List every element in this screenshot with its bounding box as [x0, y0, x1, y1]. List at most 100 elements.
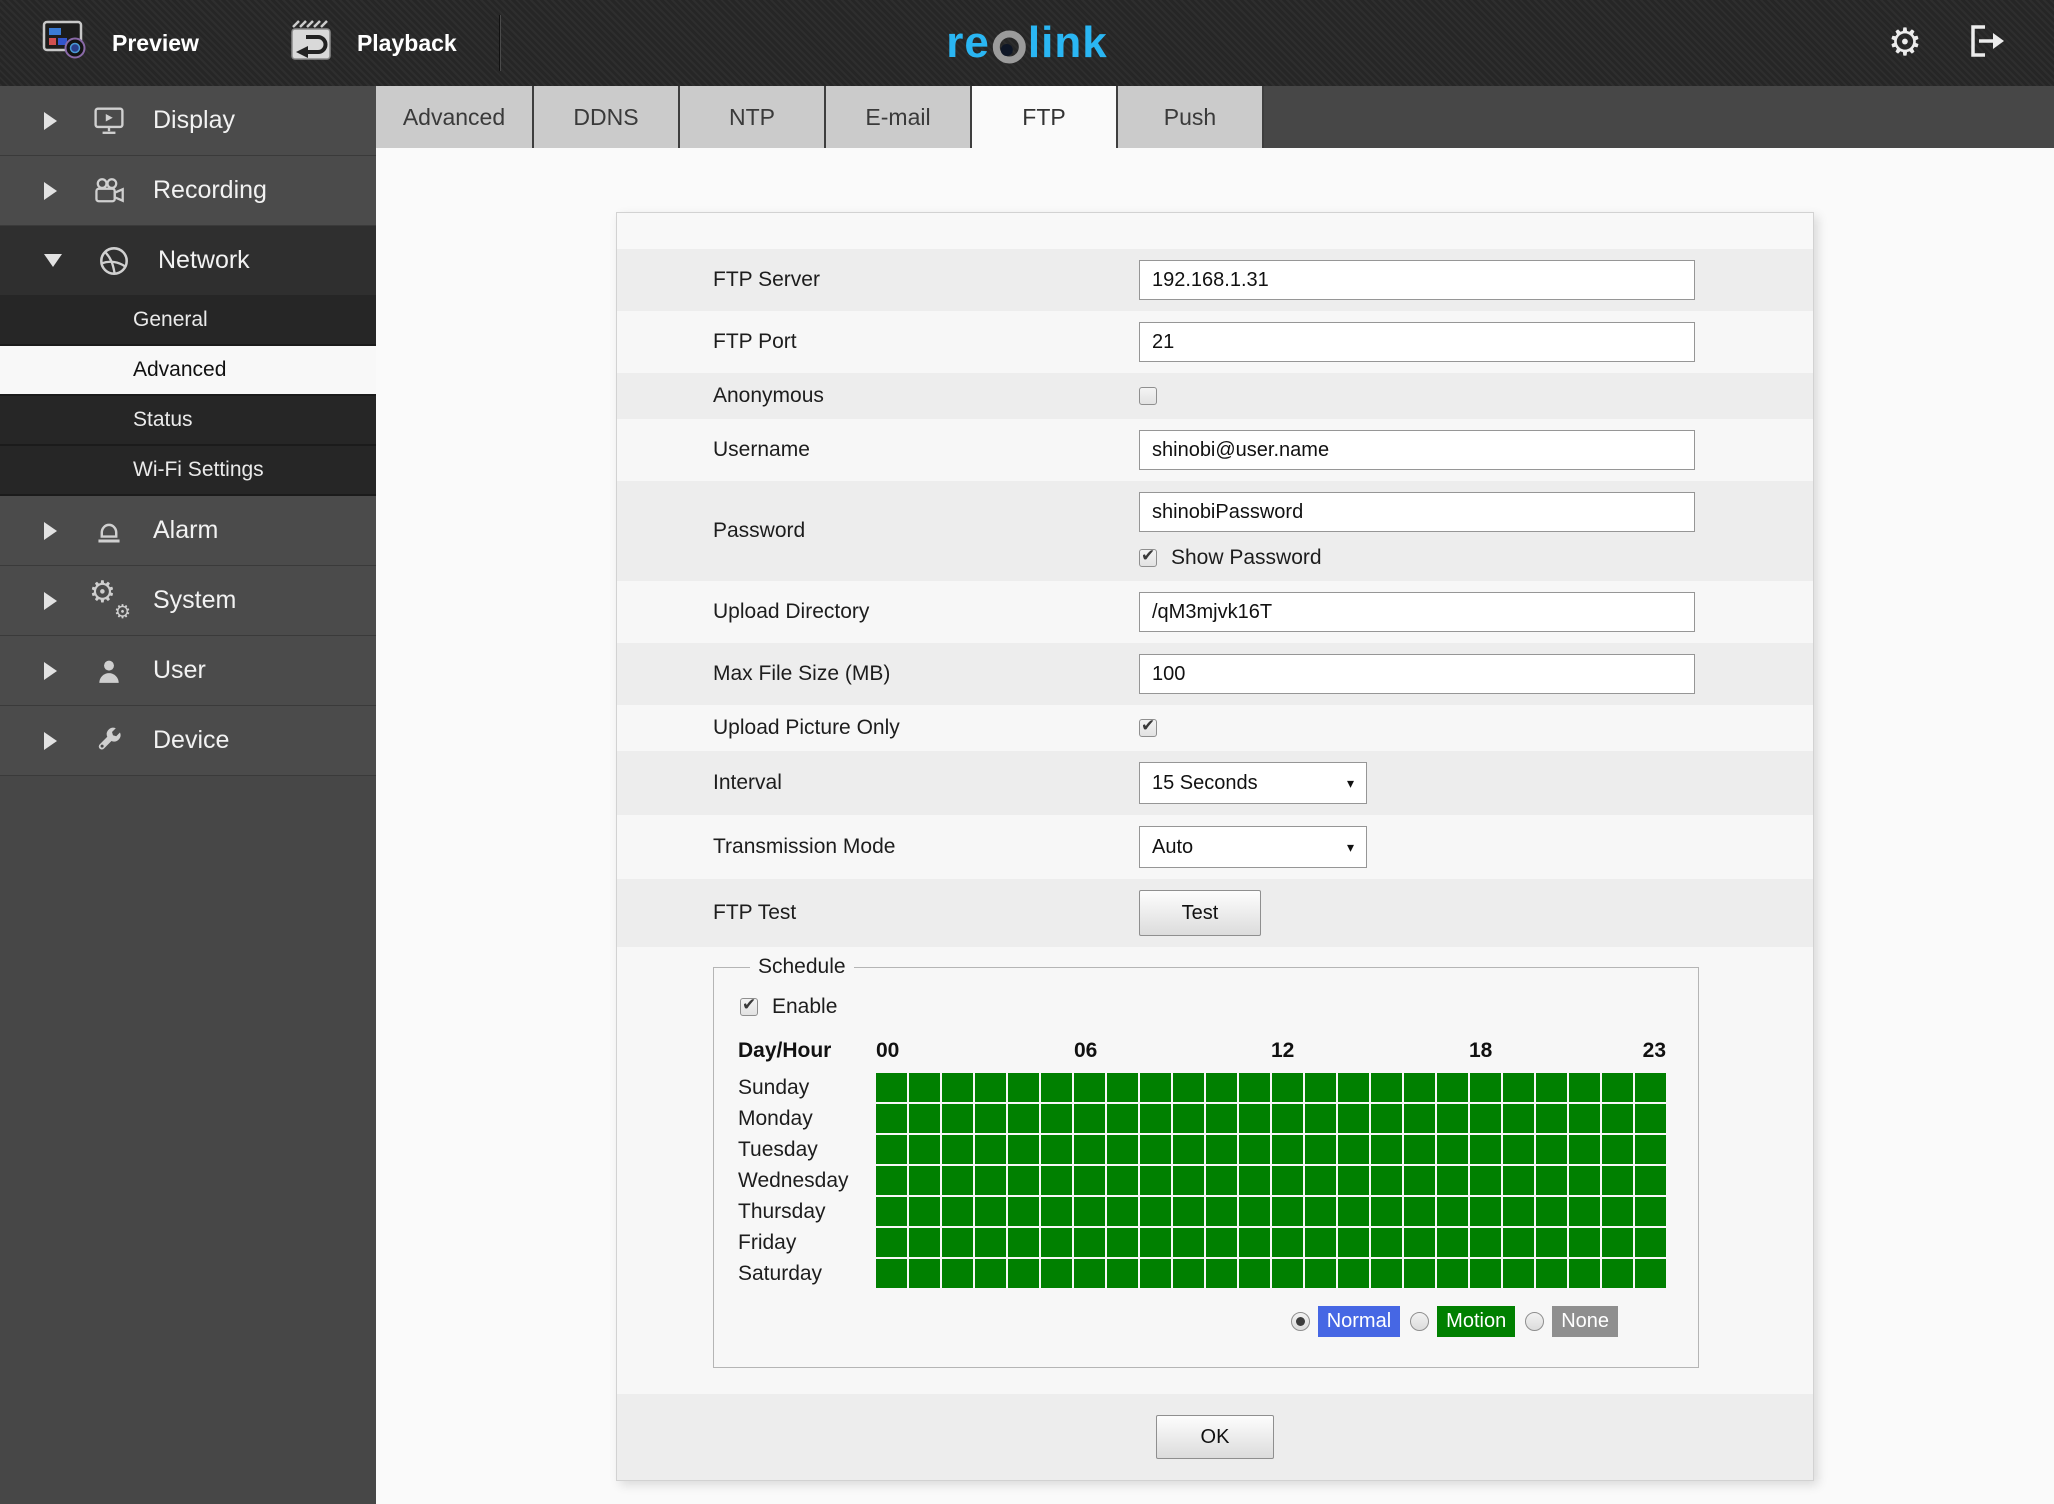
- schedule-cell[interactable]: [909, 1104, 940, 1133]
- schedule-cell[interactable]: [1503, 1135, 1534, 1164]
- sidebar-item-network[interactable]: Network: [0, 226, 376, 296]
- schedule-cell[interactable]: [1107, 1104, 1138, 1133]
- schedule-cell[interactable]: [1371, 1197, 1402, 1226]
- schedule-cell[interactable]: [1041, 1197, 1072, 1226]
- schedule-cell[interactable]: [1305, 1197, 1336, 1226]
- schedule-cell[interactable]: [1041, 1104, 1072, 1133]
- schedule-cell[interactable]: [942, 1259, 973, 1288]
- schedule-cell[interactable]: [1008, 1259, 1039, 1288]
- schedule-cell[interactable]: [942, 1228, 973, 1257]
- schedule-cell[interactable]: [876, 1166, 907, 1195]
- schedule-cell[interactable]: [942, 1166, 973, 1195]
- schedule-cell[interactable]: [909, 1197, 940, 1226]
- upload-picture-only-checkbox[interactable]: [1139, 716, 1157, 737]
- schedule-cell[interactable]: [1173, 1104, 1204, 1133]
- transmission-mode-select[interactable]: Auto ▾: [1139, 826, 1367, 868]
- sidebar-item-display[interactable]: Display: [0, 86, 376, 156]
- schedule-cell[interactable]: [1470, 1073, 1501, 1102]
- schedule-cell[interactable]: [1602, 1073, 1633, 1102]
- schedule-cell[interactable]: [1503, 1166, 1534, 1195]
- schedule-cell[interactable]: [1635, 1073, 1666, 1102]
- schedule-cell[interactable]: [1206, 1228, 1237, 1257]
- schedule-cell[interactable]: [1635, 1104, 1666, 1133]
- schedule-cell[interactable]: [1173, 1197, 1204, 1226]
- schedule-cell[interactable]: [1338, 1166, 1369, 1195]
- sidebar-item-system[interactable]: ⚙ ⚙ System: [0, 566, 376, 636]
- schedule-cell[interactable]: [942, 1104, 973, 1133]
- upload-directory-input[interactable]: [1139, 592, 1695, 632]
- schedule-cell[interactable]: [1602, 1259, 1633, 1288]
- schedule-cell[interactable]: [1206, 1073, 1237, 1102]
- schedule-cell[interactable]: [1503, 1228, 1534, 1257]
- schedule-cell[interactable]: [1074, 1228, 1105, 1257]
- schedule-cell[interactable]: [1602, 1228, 1633, 1257]
- schedule-cell[interactable]: [1503, 1197, 1534, 1226]
- schedule-cell[interactable]: [1404, 1135, 1435, 1164]
- ftp-server-input[interactable]: [1139, 260, 1695, 300]
- schedule-cell[interactable]: [1107, 1073, 1138, 1102]
- schedule-cell[interactable]: [1569, 1104, 1600, 1133]
- schedule-cell[interactable]: [1272, 1259, 1303, 1288]
- username-input[interactable]: [1139, 430, 1695, 470]
- password-input[interactable]: [1139, 492, 1695, 532]
- schedule-cell[interactable]: [1239, 1104, 1270, 1133]
- schedule-cell[interactable]: [1404, 1073, 1435, 1102]
- schedule-cell[interactable]: [1371, 1104, 1402, 1133]
- schedule-cell[interactable]: [975, 1166, 1006, 1195]
- schedule-cell[interactable]: [1140, 1166, 1171, 1195]
- sidebar-subitem-status[interactable]: Status: [0, 396, 376, 446]
- schedule-cell[interactable]: [1041, 1228, 1072, 1257]
- mode-normal[interactable]: Normal: [1290, 1306, 1401, 1337]
- schedule-cell[interactable]: [1635, 1259, 1666, 1288]
- schedule-cell[interactable]: [876, 1135, 907, 1164]
- schedule-cell[interactable]: [1008, 1104, 1039, 1133]
- schedule-cell[interactable]: [1536, 1259, 1567, 1288]
- schedule-cell[interactable]: [1569, 1073, 1600, 1102]
- schedule-cell[interactable]: [1008, 1135, 1039, 1164]
- tab-ddns[interactable]: DDNS: [534, 86, 680, 148]
- schedule-cell[interactable]: [1272, 1228, 1303, 1257]
- schedule-cell[interactable]: [909, 1259, 940, 1288]
- schedule-cell[interactable]: [1272, 1197, 1303, 1226]
- schedule-cell[interactable]: [1305, 1073, 1336, 1102]
- mode-none[interactable]: None: [1525, 1306, 1618, 1337]
- schedule-cell[interactable]: [1041, 1073, 1072, 1102]
- schedule-cell[interactable]: [1140, 1228, 1171, 1257]
- schedule-cell[interactable]: [909, 1228, 940, 1257]
- schedule-cell[interactable]: [1371, 1228, 1402, 1257]
- schedule-cell[interactable]: [1305, 1104, 1336, 1133]
- schedule-cell[interactable]: [1569, 1197, 1600, 1226]
- tab-ftp[interactable]: FTP: [972, 86, 1118, 148]
- schedule-cell[interactable]: [1470, 1259, 1501, 1288]
- schedule-cell[interactable]: [975, 1135, 1006, 1164]
- schedule-cell[interactable]: [1371, 1135, 1402, 1164]
- schedule-cell[interactable]: [1569, 1259, 1600, 1288]
- schedule-cell[interactable]: [1041, 1166, 1072, 1195]
- schedule-cell[interactable]: [1536, 1228, 1567, 1257]
- tab-push[interactable]: Push: [1118, 86, 1264, 148]
- schedule-cell[interactable]: [1602, 1166, 1633, 1195]
- schedule-cell[interactable]: [1239, 1166, 1270, 1195]
- schedule-cell[interactable]: [1107, 1228, 1138, 1257]
- schedule-cell[interactable]: [1008, 1073, 1039, 1102]
- schedule-cell[interactable]: [1305, 1166, 1336, 1195]
- schedule-cell[interactable]: [909, 1073, 940, 1102]
- schedule-cell[interactable]: [1338, 1228, 1369, 1257]
- sidebar-item-alarm[interactable]: Alarm: [0, 496, 376, 566]
- schedule-cell[interactable]: [942, 1135, 973, 1164]
- schedule-cell[interactable]: [1437, 1135, 1468, 1164]
- schedule-cell[interactable]: [1371, 1259, 1402, 1288]
- sidebar-subitem-wifi[interactable]: Wi-Fi Settings: [0, 446, 376, 496]
- schedule-cell[interactable]: [1041, 1135, 1072, 1164]
- schedule-cell[interactable]: [1239, 1228, 1270, 1257]
- schedule-cell[interactable]: [909, 1166, 940, 1195]
- schedule-enable-checkbox[interactable]: [740, 995, 758, 1016]
- schedule-cell[interactable]: [1074, 1073, 1105, 1102]
- preview-nav-button[interactable]: Preview: [42, 19, 199, 68]
- schedule-cell[interactable]: [1173, 1166, 1204, 1195]
- tab-email[interactable]: E-mail: [826, 86, 972, 148]
- schedule-cell[interactable]: [975, 1073, 1006, 1102]
- schedule-cell[interactable]: [1602, 1104, 1633, 1133]
- schedule-cell[interactable]: [876, 1073, 907, 1102]
- schedule-cell[interactable]: [1140, 1073, 1171, 1102]
